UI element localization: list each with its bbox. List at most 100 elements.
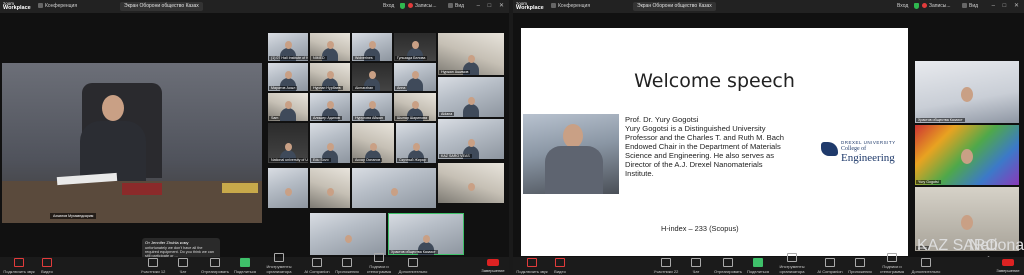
- participant-name: NIMED: [311, 56, 327, 60]
- share-button[interactable]: Поделиться: [741, 258, 775, 274]
- toolbar-label: Инструменты организатора: [779, 264, 805, 274]
- participant-tile[interactable]: Гульзада Белова: [394, 33, 436, 61]
- participant-tile[interactable]: Скучный Жирар: [396, 123, 436, 163]
- reactions-button[interactable]: Отреагировать: [198, 258, 232, 274]
- host-tools-button[interactable]: Инструменты организатора: [262, 253, 296, 274]
- participant-head: [467, 183, 475, 191]
- view-menu[interactable]: Вид: [448, 3, 464, 10]
- participant-name: Yury Gogotsi: [916, 180, 941, 184]
- view-menu[interactable]: Вид: [962, 3, 978, 10]
- participant-tile[interactable]: Аскар Оспанов: [352, 123, 394, 163]
- title-bar: zoom Workplace Конференция Экран Оборони…: [0, 0, 509, 13]
- participant-name: Шынар Шарипова: [395, 116, 429, 120]
- participants-button[interactable]: Участники 12: [136, 258, 170, 274]
- toolbar-label: Приложения: [848, 269, 872, 274]
- security-shield-icon[interactable]: [914, 3, 919, 10]
- ai-companion-button[interactable]: AI Companion: [300, 258, 334, 274]
- meeting-tab[interactable]: Экран Оборони общество Казах: [633, 2, 716, 11]
- window-controls[interactable]: – □ ✕: [992, 2, 1022, 9]
- active-speaker-video[interactable]: Ахматов Мухамедкарим: [2, 63, 262, 223]
- meeting-tab[interactable]: Экран Оборони общество Казах: [120, 2, 203, 11]
- participant-head: [284, 71, 292, 79]
- participant-tile[interactable]: KAZ SARO VEAS: [438, 119, 504, 159]
- participant-tile[interactable]: Yury Gogotsi: [915, 125, 1019, 185]
- share-button[interactable]: Поделиться: [228, 258, 262, 274]
- host-tools-icon: [274, 253, 284, 262]
- record-status-label: Записы...: [929, 3, 951, 9]
- end-icon: [1002, 259, 1014, 266]
- conference-icon: [38, 3, 43, 9]
- more-button[interactable]: Дополнительно: [909, 258, 943, 274]
- toolbar-label: Поделиться: [233, 269, 257, 274]
- participant-name: National university of Uzbekistan: [269, 158, 308, 162]
- participant-tile[interactable]: (1) 07 Hall Institute of Kazakhstan: [268, 33, 308, 61]
- participant-head: [467, 97, 475, 105]
- participant-tile[interactable]: Нуржан Ашимов: [438, 33, 504, 75]
- end-meeting-button[interactable]: Завершение: [481, 259, 505, 273]
- participant-tile[interactable]: [438, 163, 504, 203]
- participant-head: [326, 71, 334, 79]
- record-status-label: Записы...: [415, 3, 437, 9]
- participant-tile[interactable]: National university of Uzbekistan: [268, 123, 308, 163]
- sign-in-button[interactable]: Вход: [897, 3, 908, 10]
- participant-head: [369, 143, 377, 151]
- record-status[interactable]: Записы...: [922, 3, 951, 10]
- chat-button[interactable]: Чат: [166, 258, 200, 274]
- participant-tile[interactable]: Маратов Асыл: [268, 63, 308, 91]
- participant-tile[interactable]: Алишер Адилов: [310, 93, 350, 121]
- host-tools-button[interactable]: Инструменты организатора: [775, 253, 809, 274]
- window-controls[interactable]: – □ ✕: [477, 2, 507, 9]
- participant-silhouette: [280, 108, 296, 121]
- more-button[interactable]: Дополнительно: [396, 258, 430, 274]
- folder: [222, 183, 258, 193]
- captions-button[interactable]: Подписи и стенограмма: [362, 253, 396, 274]
- participant-tile[interactable]: Akmarzhan: [352, 63, 392, 91]
- apps-button[interactable]: Приложения: [843, 258, 877, 274]
- participant-tile[interactable]: Нурулова Айжан: [352, 93, 392, 121]
- participant-name: Edu Sovo: [311, 158, 331, 162]
- participant-tile[interactable]: Шынар Шарипова: [394, 93, 436, 121]
- participant-head: [412, 143, 420, 151]
- toolbar-label: Поделиться: [746, 269, 770, 274]
- participant-head: [467, 139, 475, 147]
- participant-tile[interactable]: [268, 168, 308, 208]
- conference-menu[interactable]: Конференция: [38, 3, 77, 10]
- end-meeting-button[interactable]: Завершение: [996, 259, 1020, 273]
- captions-button[interactable]: Подписи и стенограмма: [875, 253, 909, 274]
- participant-tile[interactable]: Нурлан Нұрбаев: [310, 63, 350, 91]
- participant-head: [284, 101, 292, 109]
- toolbar-label: Отреагировать: [201, 269, 229, 274]
- participant-tile[interactable]: Aidana: [438, 77, 504, 117]
- chat-sender: От Jennifer Zhuhla кому: [145, 240, 189, 245]
- share-icon: [753, 258, 763, 267]
- security-shield-icon[interactable]: [400, 3, 405, 10]
- reactions-button[interactable]: Отреагировать: [711, 258, 745, 274]
- video-button[interactable]: Видео: [30, 258, 64, 274]
- speaker-head: [102, 95, 124, 121]
- video-button[interactable]: Видео: [543, 258, 577, 274]
- chat-button[interactable]: Чат: [679, 258, 713, 274]
- participant-tile[interactable]: Храктов общества Казахст: [388, 213, 464, 255]
- record-status[interactable]: Записы...: [408, 3, 437, 10]
- participant-head: [326, 41, 334, 49]
- participants-button[interactable]: Участники 22: [649, 258, 683, 274]
- participant-tile[interactable]: NIMED: [310, 33, 350, 61]
- participant-tile[interactable]: [310, 213, 386, 255]
- ai-companion-button[interactable]: AI Companion: [813, 258, 847, 274]
- sign-in-button[interactable]: Вход: [383, 3, 394, 10]
- more-icon: [921, 258, 931, 267]
- participant-tile[interactable]: Edu Sovo: [310, 123, 350, 163]
- participant-tile[interactable]: Храктов общества Казахст: [915, 61, 1019, 123]
- participant-head: [284, 143, 292, 151]
- participant-tile[interactable]: Анна: [394, 63, 436, 91]
- conference-menu[interactable]: Конференция: [551, 3, 590, 10]
- chat-icon: [178, 258, 188, 267]
- logo-line2: Workplace: [516, 5, 544, 11]
- shared-slide[interactable]: Welcome speech Prof. Dr. Yury Gogotsi Yur…: [521, 28, 908, 256]
- participant-tile[interactable]: [352, 168, 436, 208]
- apps-button[interactable]: Приложения: [330, 258, 364, 274]
- participant-tile[interactable]: Wolverines: [352, 33, 392, 61]
- participant-tile[interactable]: [310, 168, 350, 208]
- host-tools-icon: [787, 253, 797, 262]
- participant-tile[interactable]: Sam: [268, 93, 308, 121]
